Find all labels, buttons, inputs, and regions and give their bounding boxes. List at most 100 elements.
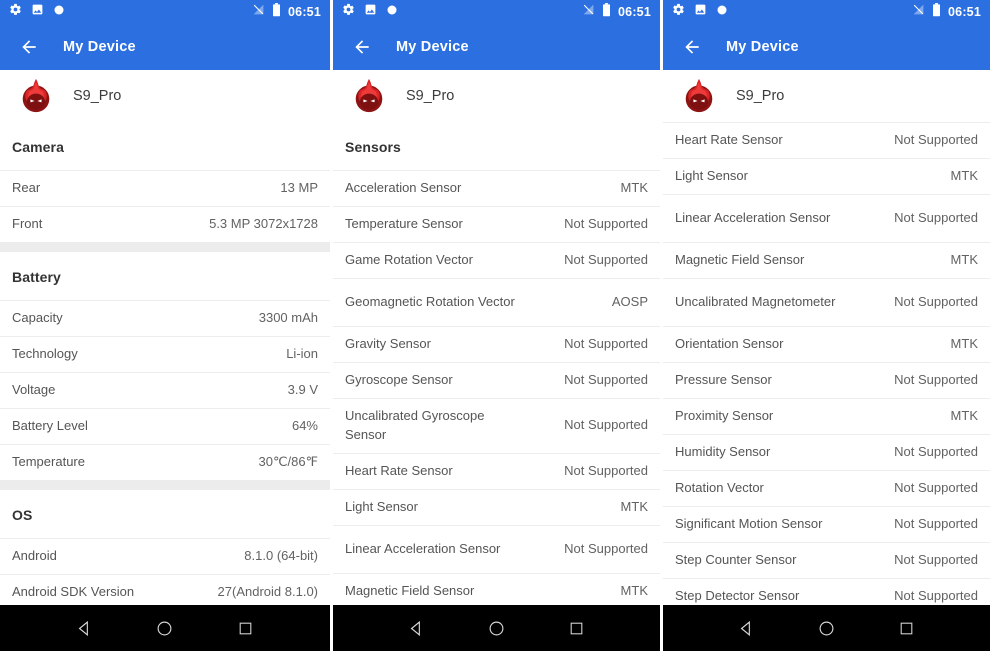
info-row-value: Not Supported [564,540,648,556]
info-row-value: 13 MP [280,180,318,196]
info-row[interactable]: Rear 13 MP [0,170,330,206]
info-row-label: Step Counter Sensor [675,552,797,568]
info-row[interactable]: Linear Acceleration Sensor Not Supported [663,194,990,242]
nav-bar [0,605,330,651]
info-row[interactable]: Proximity Sensor MTK [663,398,990,434]
info-row[interactable]: Heart Rate Sensor Not Supported [333,452,660,489]
info-row[interactable]: Light Sensor MTK [663,158,990,194]
phone-screen-2: 06:51 My Device S9_Pro Sensors Accelerat… [330,0,660,651]
info-row[interactable]: Light Sensor MTK [333,488,660,525]
info-row[interactable]: Front 5.3 MP 3072x1728 [0,206,330,242]
info-row-value: Not Supported [894,372,978,388]
back-arrow-icon[interactable] [349,34,375,60]
info-row[interactable]: Geomagnetic Rotation Vector AOSP [333,278,660,326]
scroll-body-1[interactable]: Camera Rear 13 MP Front 5.3 MP 3072x1728 Batt… [0,122,330,605]
info-row-label: Rear [12,180,41,196]
info-row-value: Not Supported [894,132,978,148]
info-row[interactable]: Temperature Sensor Not Supported [333,206,660,242]
info-row[interactable]: Temperature 30℃/86℉ [0,444,330,480]
info-row[interactable]: Step Counter Sensor Not Supported [663,542,990,578]
info-row-value: AOSP [611,294,648,310]
nav-home-circle-icon[interactable] [148,611,182,645]
info-row[interactable]: Pressure Sensor Not Supported [663,362,990,398]
info-row[interactable]: Game Rotation Vector Not Supported [333,242,660,278]
gear-icon [9,3,22,21]
signal-off-icon [912,3,925,21]
info-row[interactable]: Technology Li-ion [0,336,330,372]
nav-back-triangle-icon[interactable] [400,611,434,645]
info-row[interactable]: Rotation Vector Not Supported [663,470,990,506]
info-row[interactable]: Uncalibrated Gyroscope Sensor Not Support… [333,398,660,453]
info-row-value: 64% [291,418,318,434]
antutu-logo-icon [350,77,388,115]
info-row-value: Not Supported [894,210,978,226]
signal-off-icon [582,3,595,21]
status-bar-right-icons: 06:51 [582,2,651,22]
info-row[interactable]: Step Detector Sensor Not Supported [663,578,990,605]
nav-back-triangle-icon[interactable] [67,611,101,645]
info-row[interactable]: Voltage 3.9 V [0,372,330,408]
status-bar-left-icons [672,3,728,21]
info-row[interactable]: Significant Motion Sensor Not Supported [663,506,990,542]
image-icon [31,3,44,21]
nav-home-circle-icon[interactable] [809,611,843,645]
info-row-value: 5.3 MP 3072x1728 [209,216,318,232]
info-row-value: Not Supported [894,480,978,496]
antutu-logo-icon [17,77,55,115]
info-row-label: Humidity Sensor [675,444,771,460]
section-title: OS [12,507,33,523]
scroll-body-3[interactable]: Heart Rate Sensor Not Supported Light Sens… [663,122,990,605]
info-row-label: Temperature [12,454,85,470]
battery-icon [602,2,611,22]
info-row-label: Gravity Sensor [345,336,431,352]
info-row-label: Game Rotation Vector [345,252,473,268]
nav-recents-square-icon[interactable] [229,611,263,645]
device-header: S9_Pro [333,70,660,122]
nav-bar [663,605,990,651]
info-row-label: Pressure Sensor [675,372,772,388]
status-bar-clock: 06:51 [948,4,981,19]
info-row-value: 30℃/86℉ [258,454,318,470]
nav-back-triangle-icon[interactable] [730,611,764,645]
device-name: S9_Pro [406,88,455,104]
info-row[interactable]: Android SDK Version 27(Android 8.1.0) [0,574,330,605]
info-row[interactable]: Capacity 3300 mAh [0,300,330,336]
info-row-value: MTK [950,252,978,268]
status-bar-right-icons: 06:51 [252,2,321,22]
info-row[interactable]: Gyroscope Sensor Not Supported [333,362,660,398]
info-row-value: 8.1.0 (64-bit) [244,548,318,564]
info-row[interactable]: Magnetic Field Sensor MTK [333,572,660,605]
info-row[interactable]: Humidity Sensor Not Supported [663,434,990,470]
info-row[interactable]: Heart Rate Sensor Not Supported [663,122,990,158]
phone-screen-3: 06:51 My Device S9_Pro Heart Rate Sensor… [660,0,990,651]
section-title: Sensors [345,139,401,155]
info-row[interactable]: Orientation Sensor MTK [663,326,990,362]
info-row-label: Battery Level [12,418,88,434]
info-row[interactable]: Uncalibrated Magnetometer Not Supported [663,278,990,326]
nav-recents-square-icon[interactable] [559,611,593,645]
nav-home-circle-icon[interactable] [479,611,513,645]
back-arrow-icon[interactable] [16,34,42,60]
nav-recents-square-icon[interactable] [889,611,923,645]
info-row-label: Light Sensor [675,168,748,184]
status-bar-left-icons [9,3,65,21]
info-row-label: Capacity [12,310,63,326]
info-row-label: Proximity Sensor [675,408,774,424]
info-row[interactable]: Battery Level 64% [0,408,330,444]
info-row[interactable]: Gravity Sensor Not Supported [333,326,660,362]
info-row[interactable]: Android 8.1.0 (64-bit) [0,538,330,574]
info-row-label: Magnetic Field Sensor [345,582,475,598]
page-title: My Device [63,39,136,55]
image-icon [694,3,707,21]
device-name: S9_Pro [736,88,785,104]
info-row[interactable]: Linear Acceleration Sensor Not Supported [333,524,660,573]
status-bar: 06:51 [333,0,660,24]
info-row[interactable]: Magnetic Field Sensor MTK [663,242,990,278]
back-arrow-icon[interactable] [679,34,705,60]
info-row-label: Temperature Sensor [345,216,463,232]
scroll-body-2[interactable]: Sensors Acceleration Sensor MTK Temperature… [333,122,660,605]
content-2: Sensors Acceleration Sensor MTK Temperature… [333,122,660,605]
info-row[interactable]: Acceleration Sensor MTK [333,170,660,206]
info-row-value: Not Supported [894,294,978,310]
status-bar-left-icons [342,3,398,21]
